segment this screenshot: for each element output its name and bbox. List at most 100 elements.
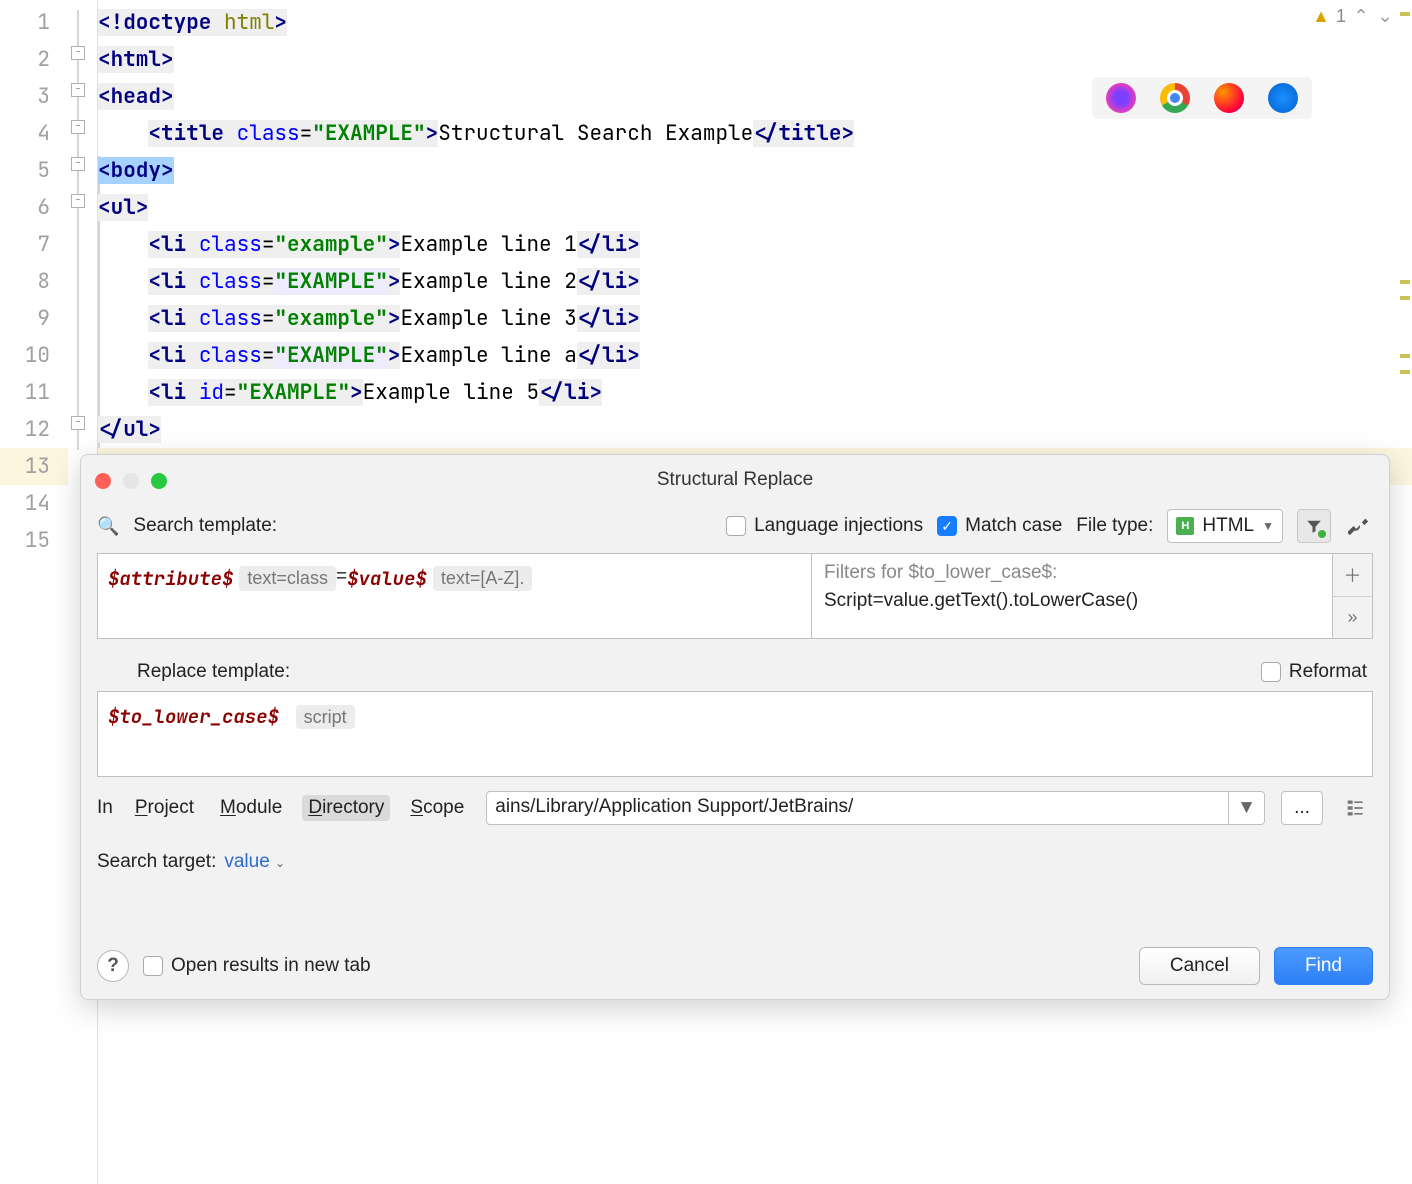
- browser-preview-bar: [1092, 77, 1312, 119]
- safari-icon[interactable]: [1268, 83, 1298, 113]
- chevron-down-icon[interactable]: ▼: [1228, 792, 1264, 824]
- chevron-down-icon[interactable]: ⌄: [1376, 8, 1394, 26]
- error-stripe-mark[interactable]: [1400, 12, 1410, 16]
- line-number[interactable]: 11: [0, 374, 68, 411]
- dialog-title: Structural Replace: [81, 455, 1389, 501]
- match-case-label: Match case: [965, 515, 1062, 537]
- open-in-new-tab-label: Open results in new tab: [171, 955, 371, 977]
- firefox-icon[interactable]: [1214, 83, 1244, 113]
- line-number[interactable]: 5: [0, 152, 68, 189]
- language-injections-checkbox[interactable]: [726, 516, 746, 536]
- fold-toggle-icon[interactable]: −: [71, 83, 85, 97]
- replace-template-input[interactable]: $to_lower_case$ script: [97, 691, 1373, 777]
- search-target-select[interactable]: value ⌄: [224, 851, 285, 873]
- code-line[interactable]: <li class="EXAMPLE">Example line 2</li>: [98, 263, 1412, 300]
- line-number[interactable]: 6: [0, 189, 68, 226]
- filter-icon[interactable]: [1297, 509, 1331, 543]
- close-window-button[interactable]: [95, 473, 111, 489]
- line-number[interactable]: 10: [0, 337, 68, 374]
- browse-directory-button[interactable]: ...: [1281, 791, 1323, 825]
- line-number[interactable]: 8: [0, 263, 68, 300]
- code-line[interactable]: <li class="EXAMPLE">Example line a</li>: [98, 337, 1412, 374]
- template-variable: $to_lower_case$: [108, 704, 279, 729]
- scope-tab-scope[interactable]: Scope: [404, 795, 470, 821]
- scope-prefix: In: [97, 797, 113, 819]
- search-icon: 🔍: [97, 516, 119, 537]
- wrench-icon[interactable]: [1345, 515, 1373, 537]
- language-injections-label: Language injections: [754, 515, 923, 537]
- help-icon[interactable]: ?: [97, 950, 129, 982]
- find-button[interactable]: Find: [1274, 947, 1373, 985]
- scope-tab-module[interactable]: Module: [214, 795, 288, 821]
- line-number[interactable]: 15: [0, 522, 68, 559]
- code-line[interactable]: <!doctype html>: [98, 4, 1412, 41]
- error-stripe-mark[interactable]: [1400, 354, 1410, 358]
- structural-replace-dialog: Structural Replace 🔍 Search template: La…: [80, 454, 1390, 1000]
- filter-pill: script: [296, 705, 355, 729]
- code-line[interactable]: <li id="EXAMPLE">Example line 5</li>: [98, 374, 1412, 411]
- fold-toggle-icon[interactable]: −: [71, 157, 85, 171]
- error-stripe-mark[interactable]: [1400, 280, 1410, 284]
- minimize-window-button[interactable]: [123, 473, 139, 489]
- replace-template-label: Replace template:: [137, 661, 290, 683]
- chevron-down-icon: ⌄: [275, 856, 285, 870]
- filters-line: Script=value.getText().toLowerCase(): [824, 590, 1138, 612]
- chrome-icon[interactable]: [1160, 83, 1190, 113]
- add-filter-icon[interactable]: ＋: [1333, 554, 1372, 597]
- reformat-checkbox[interactable]: [1261, 662, 1281, 682]
- line-number[interactable]: 13: [0, 448, 68, 485]
- file-type-value: HTML: [1202, 515, 1254, 537]
- warning-count: 1: [1336, 6, 1346, 27]
- filters-title: Filters for $to_lower_case$:: [824, 562, 1057, 584]
- line-number-gutter: 1 2 3 4 5 6 7 8 9 10 11 12 13 14 15: [0, 0, 68, 1184]
- line-number[interactable]: 4: [0, 115, 68, 152]
- file-type-label: File type:: [1076, 515, 1153, 537]
- zoom-window-button[interactable]: [151, 473, 167, 489]
- fold-toggle-icon[interactable]: −: [71, 46, 85, 60]
- scope-tab-project[interactable]: Project: [129, 795, 200, 821]
- file-type-select[interactable]: H HTML ▼: [1167, 509, 1283, 543]
- chevron-down-icon: ▼: [1262, 519, 1274, 533]
- filters-side-buttons: ＋ »: [1333, 553, 1373, 639]
- goland-icon[interactable]: [1106, 83, 1136, 113]
- search-target-label: Search target:: [97, 851, 216, 873]
- error-stripe[interactable]: [1398, 0, 1412, 1184]
- error-stripe-mark[interactable]: [1400, 296, 1410, 300]
- warning-icon: ▲: [1312, 6, 1330, 27]
- match-case-checkbox[interactable]: ✓: [937, 516, 957, 536]
- code-line[interactable]: </ul>: [98, 411, 1412, 448]
- filter-pill: text=[A-Z].: [433, 566, 533, 591]
- search-template-label: Search template:: [133, 515, 277, 537]
- open-in-new-tab-checkbox[interactable]: [143, 956, 163, 976]
- code-line[interactable]: <ul>: [98, 189, 1412, 226]
- line-number[interactable]: 9: [0, 300, 68, 337]
- code-line[interactable]: <li class="example">Example line 3</li>: [98, 300, 1412, 337]
- filters-panel[interactable]: Filters for $to_lower_case$: Script=valu…: [811, 553, 1333, 639]
- chevron-up-icon[interactable]: ⌃: [1352, 8, 1370, 26]
- line-number[interactable]: 14: [0, 485, 68, 522]
- expand-filters-icon[interactable]: »: [1333, 597, 1372, 639]
- recursive-tree-icon[interactable]: [1339, 791, 1373, 825]
- line-number[interactable]: 12: [0, 411, 68, 448]
- directory-path-select[interactable]: ains/Library/Application Support/JetBrai…: [486, 791, 1265, 825]
- fold-toggle-icon[interactable]: −: [71, 194, 85, 208]
- fold-toggle-icon[interactable]: −: [71, 416, 85, 430]
- scope-tab-directory[interactable]: Directory: [302, 795, 390, 821]
- code-line[interactable]: <li class="example">Example line 1</li>: [98, 226, 1412, 263]
- line-number[interactable]: 7: [0, 226, 68, 263]
- inspections-widget[interactable]: ▲ 1 ⌃ ⌄: [1312, 6, 1394, 27]
- line-number[interactable]: 1: [0, 4, 68, 41]
- reformat-label: Reformat: [1289, 661, 1367, 683]
- code-line[interactable]: <body>: [98, 152, 1412, 189]
- cancel-button[interactable]: Cancel: [1139, 947, 1260, 985]
- directory-path-value: ains/Library/Application Support/JetBrai…: [487, 792, 1228, 824]
- code-line[interactable]: <title class="EXAMPLE">Structural Search…: [98, 115, 1412, 152]
- line-number[interactable]: 2: [0, 41, 68, 78]
- line-number[interactable]: 3: [0, 78, 68, 115]
- template-variable: $value$: [347, 566, 427, 591]
- search-template-input[interactable]: $attribute$ text=class = $value$ text=[A…: [97, 553, 811, 639]
- template-variable: $attribute$: [108, 566, 233, 591]
- code-line[interactable]: <html>: [98, 41, 1412, 78]
- fold-toggle-icon[interactable]: −: [71, 120, 85, 134]
- error-stripe-mark[interactable]: [1400, 370, 1410, 374]
